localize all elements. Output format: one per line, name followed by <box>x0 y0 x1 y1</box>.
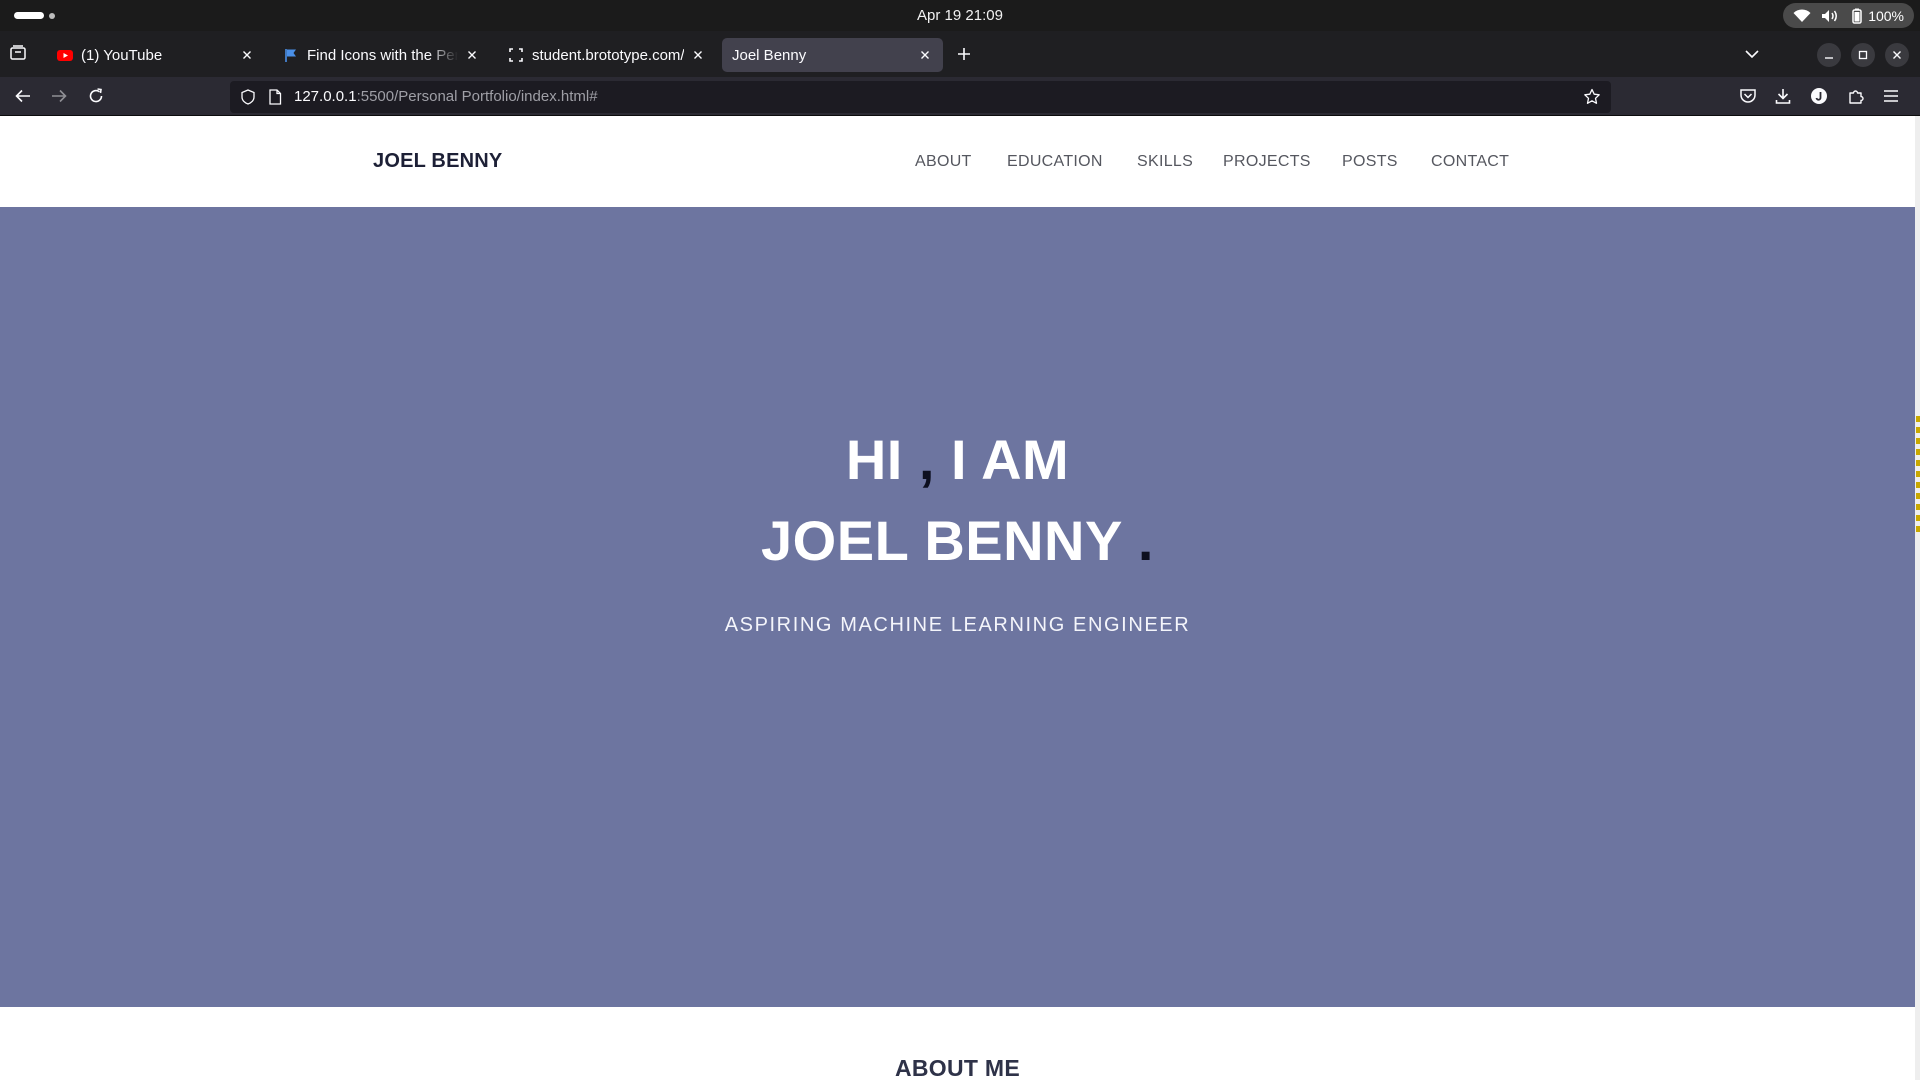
activities-indicator[interactable] <box>14 12 55 19</box>
url-host: 127.0.0.1 <box>294 88 357 105</box>
firefox-view-icon[interactable] <box>9 44 27 62</box>
browser-navigation-bar: 127.0.0.1:5500/Personal Portfolio/index.… <box>0 77 1920 116</box>
forward-arrow-icon[interactable] <box>50 87 68 105</box>
workspace-dot <box>49 12 55 19</box>
hero-greeting-hi: HI <box>845 428 919 491</box>
site-header: JOEL BENNY ABOUT EDUCATION SKILLS PROJEC… <box>0 116 1915 207</box>
minimize-button[interactable] <box>1817 43 1841 67</box>
tab-title: Find Icons with the Perfect <box>307 46 458 64</box>
nav-link-projects[interactable]: PROJECTS <box>1223 153 1311 171</box>
site-navigation: ABOUT EDUCATION SKILLS PROJECTS POSTS CO… <box>0 116 1915 207</box>
close-window-button[interactable] <box>1885 43 1909 67</box>
tab-joel-benny[interactable]: Joel Benny <box>722 38 943 72</box>
flag-icon <box>283 47 299 63</box>
system-status-menu[interactable]: 100% <box>1783 3 1914 28</box>
os-top-bar: Apr 19 21:09 100% <box>0 0 1920 31</box>
tab-title: (1) YouTube <box>81 46 163 64</box>
extensions-puzzle-icon[interactable] <box>1847 87 1865 105</box>
account-avatar-icon[interactable] <box>1810 87 1828 105</box>
browser-tab-strip: (1) YouTube Find Icons with the Perfect … <box>0 31 1920 77</box>
nav-link-contact[interactable]: CONTACT <box>1431 153 1509 171</box>
workspace-active-pill <box>14 12 44 19</box>
hamburger-menu-icon[interactable] <box>1882 87 1900 105</box>
tab-title: student.brototype.com/ <box>532 46 684 64</box>
battery-percent: 100% <box>1868 7 1904 24</box>
close-icon[interactable] <box>239 47 255 63</box>
wifi-icon <box>1793 8 1811 23</box>
downloads-icon[interactable] <box>1774 87 1792 105</box>
tab-brototype[interactable]: student.brototype.com/ <box>498 38 716 72</box>
chevron-down-icon[interactable] <box>1744 47 1760 61</box>
about-section-title: ABOUT ME <box>894 1055 1021 1080</box>
pocket-icon[interactable] <box>1739 87 1757 105</box>
page-document-icon[interactable] <box>268 89 282 105</box>
page-viewport: JOEL BENNY ABOUT EDUCATION SKILLS PROJEC… <box>0 116 1920 1080</box>
close-icon[interactable] <box>917 47 933 63</box>
nav-link-skills[interactable]: SKILLS <box>1137 153 1193 171</box>
bookmark-star-icon[interactable] <box>1583 88 1601 106</box>
maximize-button[interactable] <box>1851 43 1875 67</box>
brototype-icon <box>508 47 524 63</box>
hero-greeting: HI , I AM <box>0 427 1915 492</box>
hero-name-text: JOEL BENNY <box>761 509 1138 572</box>
back-arrow-icon[interactable] <box>14 87 32 105</box>
nav-link-about[interactable]: ABOUT <box>915 153 972 171</box>
reload-icon[interactable] <box>87 87 105 105</box>
page-scrollbar[interactable] <box>1915 116 1920 1080</box>
youtube-icon <box>57 47 73 63</box>
tracking-shield-icon[interactable] <box>240 89 256 105</box>
address-bar[interactable]: 127.0.0.1:5500/Personal Portfolio/index.… <box>230 81 1611 113</box>
hero-greeting-i-am: I AM <box>934 428 1070 491</box>
tab-title: Joel Benny <box>732 46 807 64</box>
nav-link-education[interactable]: EDUCATION <box>1007 153 1103 171</box>
close-icon[interactable] <box>690 47 706 63</box>
close-icon[interactable] <box>464 47 480 63</box>
tab-youtube[interactable]: (1) YouTube <box>47 38 265 72</box>
url-path: :5500/Personal Portfolio/index.html# <box>356 88 598 105</box>
scrollbar-find-markers <box>1916 416 1920 536</box>
url-text[interactable]: 127.0.0.1:5500/Personal Portfolio/index.… <box>294 81 598 113</box>
hero-subtitle: ASPIRING MACHINE LEARNING ENGINEER <box>724 614 1191 636</box>
maximize-icon <box>1858 50 1868 60</box>
os-clock[interactable]: Apr 19 21:09 <box>0 0 1920 31</box>
battery-icon <box>1849 8 1865 24</box>
hero-section: HI , I AM JOEL BENNY . ASPIRING MACHINE … <box>0 207 1915 1007</box>
nav-link-posts[interactable]: POSTS <box>1342 153 1398 171</box>
volume-icon <box>1821 9 1839 23</box>
hero-name: JOEL BENNY . <box>0 508 1915 573</box>
tab-find-icons[interactable]: Find Icons with the Perfect <box>273 38 490 72</box>
minimize-icon <box>1824 50 1834 60</box>
battery-indicator: 100% <box>1849 8 1904 24</box>
hero-comma-accent: , <box>918 428 935 491</box>
close-icon <box>1892 50 1902 60</box>
hero-dot-accent: . <box>1137 509 1154 572</box>
new-tab-plus-icon[interactable] <box>956 46 972 62</box>
